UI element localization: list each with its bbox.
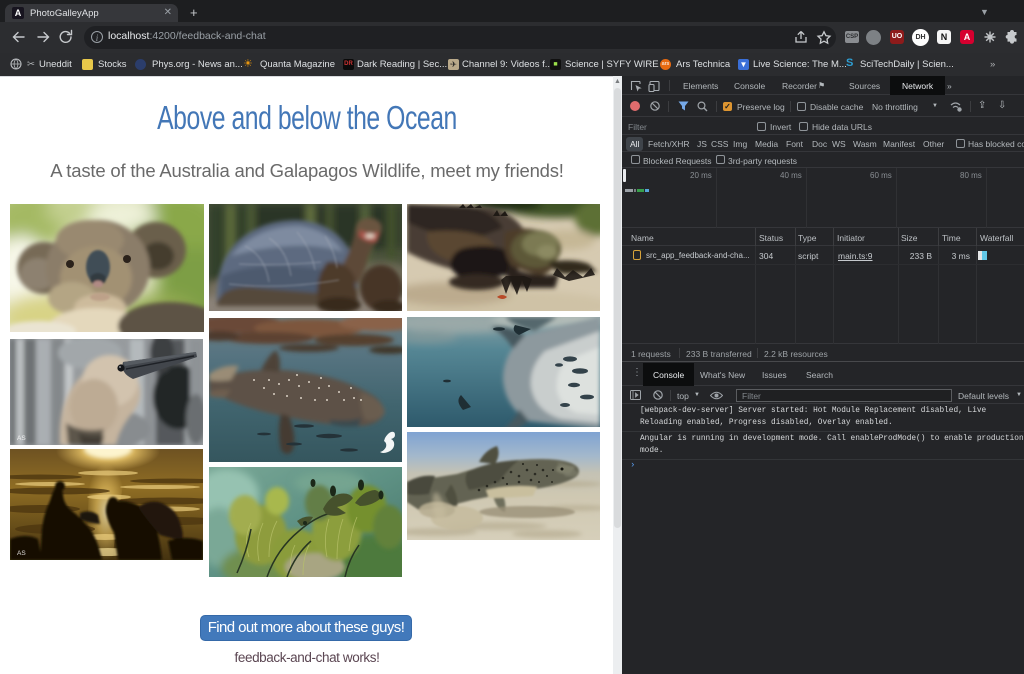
svg-text:AS: AS — [17, 550, 26, 557]
svg-text:AS: AS — [17, 435, 26, 442]
